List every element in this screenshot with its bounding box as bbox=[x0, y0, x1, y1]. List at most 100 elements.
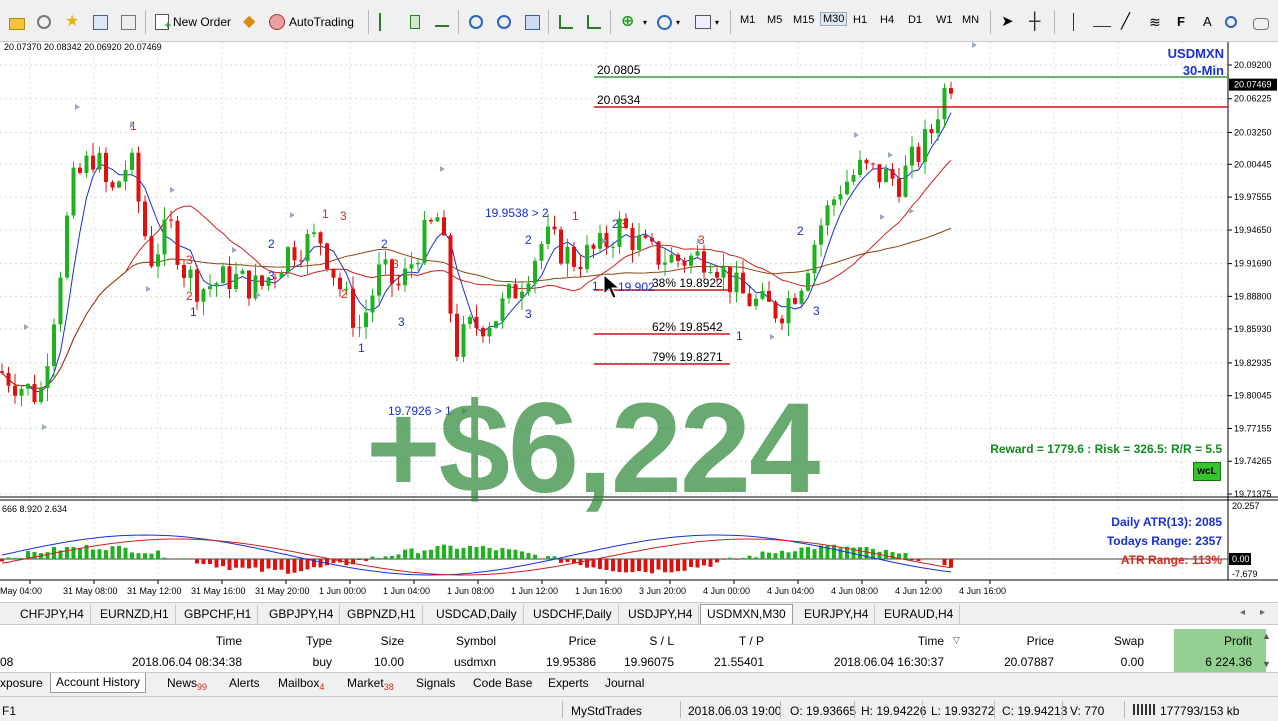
timeframe-m5[interactable]: M5 bbox=[767, 14, 782, 26]
tab-journal[interactable]: Journal bbox=[605, 676, 644, 690]
chart-tab-gbpjpy[interactable]: GBPJPY,H4 bbox=[263, 605, 341, 624]
cell-time[interactable]: 2018.06.04 08:34:38 bbox=[132, 655, 242, 669]
timeframe-mn[interactable]: MN bbox=[962, 14, 979, 26]
price-tick-label: 20.00445 bbox=[1234, 159, 1272, 169]
candle-body bbox=[897, 178, 901, 197]
cell-profit[interactable]: 6 224.36 bbox=[1205, 655, 1252, 669]
tile-windows-icon[interactable] bbox=[522, 10, 543, 34]
navigator-icon[interactable] bbox=[90, 10, 111, 34]
osc-histogram-bar bbox=[195, 559, 199, 564]
status-profile[interactable]: MyStdTrades bbox=[571, 704, 642, 718]
wave-count-label: 3 bbox=[186, 253, 193, 267]
candle-body bbox=[52, 324, 56, 367]
folder-icon[interactable] bbox=[6, 10, 28, 34]
fibo-icon[interactable]: F bbox=[1174, 10, 1198, 34]
periods-clock-icon[interactable]: ▾ bbox=[654, 10, 683, 34]
crosshair-icon[interactable]: ┼ bbox=[1026, 10, 1050, 34]
cell-size[interactable]: 10.00 bbox=[374, 655, 404, 669]
candle-body bbox=[26, 384, 30, 389]
col-time[interactable]: Time bbox=[216, 634, 242, 648]
cell-tp[interactable]: 21.55401 bbox=[714, 655, 764, 669]
col-profit[interactable]: Profit bbox=[1224, 634, 1252, 648]
tab-market[interactable]: Market38 bbox=[347, 676, 394, 692]
line-chart-icon[interactable] bbox=[432, 10, 452, 34]
col-swap[interactable]: Swap bbox=[1114, 634, 1144, 648]
osc-histogram-bar bbox=[838, 548, 843, 559]
zoom-out-icon[interactable] bbox=[494, 10, 514, 34]
price-chart[interactable]: 13213231332312312321231 20.257 0.00 -7.679… bbox=[0, 42, 1278, 602]
channel-icon[interactable]: ≋ bbox=[1146, 10, 1170, 34]
scroll-down-icon[interactable]: ▼ bbox=[1262, 659, 1271, 669]
trendline-icon[interactable]: ╱ bbox=[1118, 10, 1142, 34]
timeframe-m30[interactable]: M30 bbox=[820, 12, 848, 26]
cell-close-time[interactable]: 2018.06.04 16:30:37 bbox=[834, 655, 944, 669]
text-icon[interactable]: A bbox=[1200, 10, 1224, 34]
search-icon[interactable] bbox=[1222, 10, 1240, 34]
crosshair-move-icon[interactable] bbox=[34, 10, 54, 34]
autoscroll-icon[interactable] bbox=[584, 10, 604, 34]
tab-code-base[interactable]: Code Base bbox=[473, 676, 532, 690]
col-close-price[interactable]: Price bbox=[1027, 634, 1054, 648]
cell-type[interactable]: buy bbox=[313, 655, 332, 669]
time-axis: May 04:00 31 May 08:00 31 May 12:00 31 May … bbox=[0, 580, 1006, 596]
candle-chart-icon[interactable] bbox=[404, 10, 423, 34]
chart-tab-gbpnzd[interactable]: GBPNZD,H1 bbox=[341, 605, 423, 624]
tabs-scroll-left-icon[interactable]: ◂ bbox=[1240, 607, 1245, 618]
cell-sl[interactable]: 19.96075 bbox=[624, 655, 674, 669]
col-close-time[interactable]: Time bbox=[918, 634, 944, 648]
tab-exposure[interactable]: xposure bbox=[0, 676, 43, 690]
tab-experts[interactable]: Experts bbox=[548, 676, 589, 690]
templates-icon[interactable]: ▾ bbox=[692, 10, 722, 34]
cell-close-price[interactable]: 20.07887 bbox=[1004, 655, 1054, 669]
chat-icon[interactable] bbox=[1250, 10, 1272, 34]
candle-body bbox=[656, 241, 661, 265]
vertical-line-icon[interactable] bbox=[1062, 10, 1077, 34]
col-tp[interactable]: T / P bbox=[739, 634, 764, 648]
tab-alerts[interactable]: Alerts bbox=[229, 676, 260, 690]
new-order-button[interactable]: + New Order bbox=[152, 10, 234, 34]
chart-tab-usdjpy[interactable]: USDJPY,H4 bbox=[622, 605, 700, 624]
timeframe-m1[interactable]: M1 bbox=[740, 14, 755, 26]
indicators-icon[interactable]: ⊕ ▾ bbox=[618, 10, 650, 34]
timeframe-w1[interactable]: W1 bbox=[936, 14, 953, 26]
tab-signals[interactable]: Signals bbox=[416, 676, 455, 690]
timeframe-h4[interactable]: H4 bbox=[880, 14, 894, 26]
bar-chart-icon[interactable] bbox=[376, 10, 396, 34]
metaeditor-icon[interactable]: ◆ bbox=[240, 10, 264, 34]
cell-price[interactable]: 19.95386 bbox=[546, 655, 596, 669]
tester-icon[interactable] bbox=[118, 10, 139, 34]
timeframe-d1[interactable]: D1 bbox=[908, 14, 922, 26]
col-symbol[interactable]: Symbol bbox=[456, 634, 496, 648]
cell-swap[interactable]: 0.00 bbox=[1121, 655, 1144, 669]
tab-account-history[interactable]: Account History bbox=[50, 673, 147, 693]
scroll-up-icon[interactable]: ▲ bbox=[1262, 631, 1271, 641]
chart-tab-eurjpy[interactable]: EURJPY,H4 bbox=[798, 605, 876, 624]
autotrading-button[interactable]: AutoTrading bbox=[266, 10, 357, 34]
chart-tab-chfjpy[interactable]: CHFJPY,H4 bbox=[14, 605, 91, 624]
chart-tab-usdcad[interactable]: USDCAD,Daily bbox=[430, 605, 524, 624]
horizontal-line-icon[interactable] bbox=[1090, 10, 1114, 34]
chart-tab-usdchf[interactable]: USDCHF,Daily bbox=[527, 605, 619, 624]
cell-symbol[interactable]: usdmxn bbox=[454, 655, 496, 669]
chart-tab-eurnzd[interactable]: EURNZD,H1 bbox=[94, 605, 176, 624]
tab-news[interactable]: News99 bbox=[167, 676, 207, 692]
chart-shift-icon[interactable] bbox=[556, 10, 576, 34]
col-size[interactable]: Size bbox=[381, 634, 404, 648]
col-type[interactable]: Type bbox=[306, 634, 332, 648]
wcl-badge[interactable]: wcL bbox=[1193, 462, 1221, 481]
tabs-scroll-right-icon[interactable]: ▸ bbox=[1260, 607, 1265, 618]
candle-body bbox=[260, 275, 264, 286]
entry-level-label: 20.0534 bbox=[597, 93, 641, 107]
chart-tab-euraud[interactable]: EURAUD,H4 bbox=[878, 605, 961, 624]
timeframe-m15[interactable]: M15 bbox=[793, 14, 814, 26]
chart-tab-usdmxn[interactable]: USDMXN,M30 bbox=[700, 604, 793, 625]
col-price[interactable]: Price bbox=[569, 634, 596, 648]
col-sl[interactable]: S / L bbox=[649, 634, 674, 648]
favorites-star-icon[interactable]: ★ bbox=[62, 10, 86, 34]
cursor-icon[interactable]: ➤ bbox=[998, 10, 1022, 34]
zoom-in-icon[interactable] bbox=[466, 10, 486, 34]
chart-tab-gbpchf[interactable]: GBPCHF,H1 bbox=[178, 605, 259, 624]
tab-mailbox[interactable]: Mailbox4 bbox=[278, 676, 324, 692]
timeframe-h1[interactable]: H1 bbox=[853, 14, 867, 26]
candle-body bbox=[240, 270, 245, 274]
